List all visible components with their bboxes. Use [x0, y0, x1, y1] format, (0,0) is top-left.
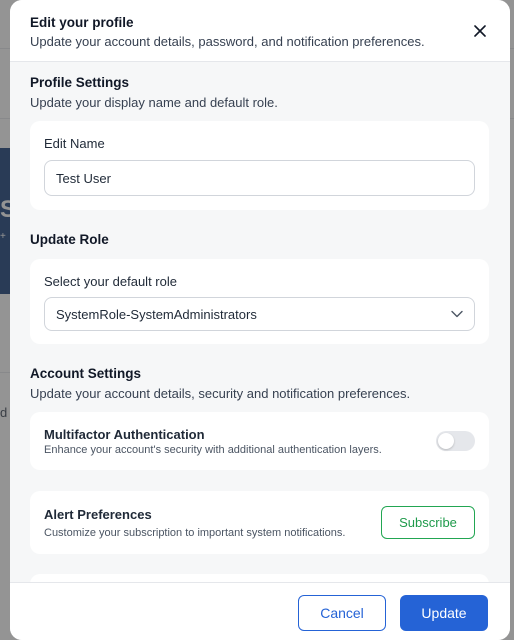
edit-name-card: Edit Name: [30, 121, 489, 210]
mfa-card: Multifactor Authentication Enhance your …: [30, 412, 489, 470]
edit-profile-modal: Edit your profile Update your account de…: [10, 0, 510, 640]
update-button[interactable]: Update: [400, 595, 488, 631]
profile-settings-subtitle: Update your display name and default rol…: [30, 95, 278, 110]
modal-header: Edit your profile Update your account de…: [10, 0, 510, 62]
update-role-heading: Update Role: [30, 232, 109, 247]
alert-preferences-title: Alert Preferences: [44, 507, 152, 522]
mfa-description: Enhance your account's security with add…: [44, 444, 382, 456]
modal-footer: Cancel Update: [10, 582, 510, 640]
subscribe-button[interactable]: Subscribe: [381, 506, 475, 539]
alert-preferences-description: Customize your subscription to important…: [44, 527, 346, 539]
name-input[interactable]: [44, 160, 475, 196]
edit-name-label: Edit Name: [44, 136, 105, 151]
select-role-label: Select your default role: [44, 274, 177, 289]
role-card: Select your default role SystemRole-Syst…: [30, 259, 489, 344]
close-button[interactable]: [471, 22, 489, 40]
profile-settings-heading: Profile Settings: [30, 75, 130, 90]
cancel-button[interactable]: Cancel: [298, 595, 386, 631]
modal-title: Edit your profile: [30, 15, 134, 30]
toggle-knob: [438, 433, 454, 449]
alert-preferences-card: Alert Preferences Customize your subscri…: [30, 491, 489, 554]
account-settings-heading: Account Settings: [30, 366, 142, 381]
modal-subtitle: Update your account details, password, a…: [30, 34, 425, 49]
account-settings-subtitle: Update your account details, security an…: [30, 386, 411, 401]
mfa-toggle[interactable]: [436, 431, 475, 451]
mfa-title: Multifactor Authentication: [44, 427, 205, 442]
close-icon: [474, 25, 486, 37]
role-select[interactable]: SystemRole-SystemAdministrators: [44, 297, 475, 331]
chevron-down-icon: [451, 310, 463, 318]
role-select-value: SystemRole-SystemAdministrators: [56, 306, 257, 322]
